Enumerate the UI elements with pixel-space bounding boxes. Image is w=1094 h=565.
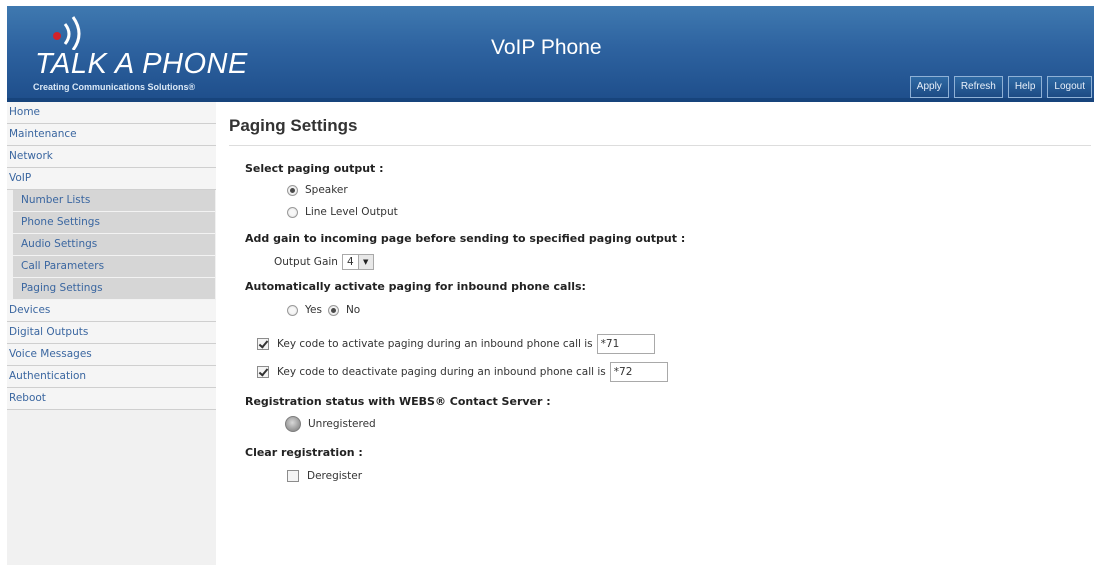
sidebar-item-devices[interactable]: Devices	[7, 300, 216, 322]
sidebar-item-audio-settings[interactable]: Audio Settings	[13, 234, 215, 256]
auto-yes-label: Yes	[305, 304, 322, 316]
sound-waves-icon	[53, 16, 81, 50]
paging-output-heading: Select paging output :	[245, 162, 384, 175]
deactivate-code-checkbox[interactable]	[257, 366, 269, 378]
page-title: Paging Settings	[229, 116, 358, 135]
talkaphone-logo: TALK A PHONE Creating Communications Sol…	[17, 8, 277, 96]
sidebar-item-phone-settings[interactable]: Phone Settings	[13, 212, 215, 234]
sidebar-nav: Home Maintenance Network VoIP Number Lis…	[7, 102, 216, 565]
logo-text: TALK A PHONE	[35, 48, 248, 80]
sidebar-item-authentication[interactable]: Authentication	[7, 366, 216, 388]
chevron-down-icon: ▼	[357, 255, 373, 269]
sidebar-item-voice-messages[interactable]: Voice Messages	[7, 344, 216, 366]
auto-no-radio[interactable]	[327, 304, 339, 316]
deregister-row: Deregister	[287, 470, 362, 482]
registration-status-text: Unregistered	[308, 418, 376, 430]
speaker-label: Speaker	[305, 184, 348, 196]
auto-activate-options: Yes No	[287, 304, 360, 316]
deactivate-code-label: Key code to deactivate paging during an …	[277, 366, 606, 378]
app-title: VoIP Phone	[491, 36, 602, 59]
activate-code-row: Key code to activate paging during an in…	[257, 334, 655, 354]
deregister-checkbox[interactable]	[287, 470, 299, 482]
sidebar-item-call-parameters[interactable]: Call Parameters	[13, 256, 215, 278]
sidebar-item-reboot[interactable]: Reboot	[7, 388, 216, 410]
help-button[interactable]: Help	[1007, 76, 1043, 98]
auto-no-label: No	[345, 304, 361, 316]
title-divider	[229, 145, 1091, 146]
gain-heading: Add gain to incoming page before sending…	[245, 232, 686, 245]
line-level-option: Line Level Output	[287, 206, 398, 218]
deactivate-code-row: Key code to deactivate paging during an …	[257, 362, 668, 382]
line-level-label: Line Level Output	[305, 206, 398, 218]
sidebar-item-number-lists[interactable]: Number Lists	[13, 190, 215, 212]
sidebar-item-paging-settings[interactable]: Paging Settings	[13, 278, 215, 300]
deregister-label: Deregister	[307, 470, 363, 482]
output-gain-select[interactable]: 4 ▼	[341, 254, 374, 270]
output-gain-row: Output Gain 4 ▼	[274, 254, 374, 270]
sidebar-item-maintenance[interactable]: Maintenance	[7, 124, 216, 146]
sidebar-item-network[interactable]: Network	[7, 146, 216, 168]
activate-code-label: Key code to activate paging during an in…	[277, 338, 593, 350]
sidebar-item-home[interactable]: Home	[7, 102, 216, 124]
speaker-radio[interactable]	[287, 184, 298, 196]
toolbar: Apply Refresh Help Logout	[909, 76, 1092, 98]
logout-button[interactable]: Logout	[1047, 76, 1092, 98]
auto-activate-heading: Automatically activate paging for inboun…	[245, 280, 586, 293]
output-gain-value: 4	[346, 256, 354, 268]
sidebar-item-digital-outputs[interactable]: Digital Outputs	[7, 322, 216, 344]
activate-code-checkbox[interactable]	[257, 338, 269, 350]
output-gain-label: Output Gain	[274, 256, 338, 268]
speaker-option: Speaker	[287, 184, 348, 196]
auto-yes-radio[interactable]	[287, 304, 298, 316]
logo-tagline: Creating Communications Solutions®	[33, 82, 196, 92]
apply-button[interactable]: Apply	[909, 76, 949, 98]
status-indicator-icon	[285, 416, 301, 432]
refresh-button[interactable]: Refresh	[953, 76, 1003, 98]
clear-registration-heading: Clear registration :	[245, 446, 363, 459]
line-level-radio[interactable]	[287, 206, 298, 218]
registration-status: Unregistered	[285, 416, 376, 432]
registration-heading: Registration status with WEBS® Contact S…	[245, 395, 551, 408]
header-banner: TALK A PHONE Creating Communications Sol…	[7, 6, 1094, 102]
deactivate-code-input[interactable]	[609, 362, 668, 382]
sidebar-item-voip[interactable]: VoIP	[7, 168, 216, 190]
activate-code-input[interactable]	[596, 334, 655, 354]
